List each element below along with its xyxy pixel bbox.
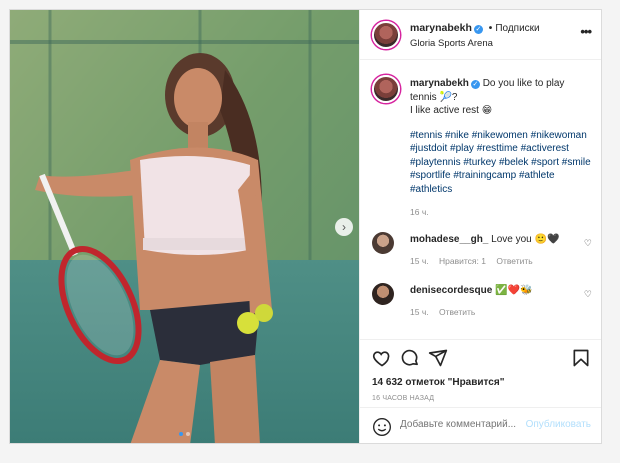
- post-photo[interactable]: ›: [10, 10, 359, 443]
- comment-timestamp[interactable]: 15 ч.: [410, 307, 429, 317]
- carousel-dot: [186, 432, 190, 436]
- comment-text: Love you 🙂🖤: [491, 234, 560, 245]
- comment-likes[interactable]: Нравится: 1: [439, 256, 486, 266]
- comments-area: marynabekh ✓ Do you like to play tennis 🎾…: [360, 61, 601, 339]
- comment-username[interactable]: mohadese__gh_: [410, 234, 488, 245]
- comment-icon[interactable]: [400, 348, 420, 368]
- instagram-post: › marynabekh ✓ • Подписки Gloria Sports Ar…: [9, 9, 602, 444]
- comment-item: mohadese__gh_ Love you 🙂🖤 15 ч. Нравится…: [372, 232, 592, 266]
- post-header: marynabekh ✓ • Подписки Gloria Sports Aren…: [360, 10, 601, 60]
- comment-avatar[interactable]: [372, 232, 394, 254]
- verified-badge-icon: ✓: [470, 80, 480, 89]
- chevron-right-icon[interactable]: ›: [335, 218, 353, 236]
- share-icon[interactable]: [428, 348, 448, 368]
- comment-input[interactable]: [400, 419, 540, 430]
- comment-composer: Опубликовать: [360, 407, 601, 443]
- comment-avatar[interactable]: [372, 283, 394, 305]
- heart-icon[interactable]: [372, 348, 392, 368]
- comment-text: ✅❤️🐝: [495, 285, 533, 296]
- caption-avatar[interactable]: [372, 75, 400, 103]
- separator-dot: •: [488, 23, 493, 34]
- caption: marynabekh ✓ Do you like to play tennis 🎾…: [372, 75, 592, 220]
- post-actions: 14 632 отметок "Нравится" 16 ЧАСОВ НАЗАД: [360, 339, 601, 407]
- avatar[interactable]: [372, 21, 400, 49]
- comment-item: denisecordesque ✅❤️🐝 15 ч. Ответить ♡: [372, 283, 592, 317]
- header-username[interactable]: marynabekh: [410, 22, 472, 34]
- carousel-dot-active: [179, 432, 183, 436]
- caption-line2: I like active rest 😁: [410, 105, 493, 116]
- comment-reply-button[interactable]: Ответить: [439, 307, 475, 317]
- comment-timestamp[interactable]: 15 ч.: [410, 256, 429, 266]
- carousel-dots: [10, 432, 359, 436]
- bookmark-icon[interactable]: [571, 348, 591, 368]
- comment-username[interactable]: denisecordesque: [410, 285, 492, 296]
- location-link[interactable]: Gloria Sports Arena: [410, 38, 493, 49]
- comment-reply-button[interactable]: Ответить: [496, 256, 532, 266]
- emoji-icon[interactable]: [372, 417, 392, 437]
- caption-username[interactable]: marynabekh: [410, 78, 469, 89]
- comment-like-heart-icon[interactable]: ♡: [584, 289, 592, 300]
- likes-count[interactable]: 14 632 отметок "Нравится": [372, 377, 504, 388]
- verified-badge-icon: ✓: [473, 25, 483, 34]
- tennis-player-photo: [10, 10, 359, 443]
- follow-status-button[interactable]: Подписки: [495, 23, 539, 34]
- comment-like-heart-icon[interactable]: ♡: [584, 238, 592, 249]
- post-sidebar: marynabekh ✓ • Подписки Gloria Sports Aren…: [359, 10, 601, 443]
- more-options-icon[interactable]: •••: [580, 24, 592, 39]
- caption-hashtags[interactable]: #tennis #nike #nikewomen #nikewoman #jus…: [410, 129, 592, 197]
- post-timestamp[interactable]: 16 ЧАСОВ НАЗАД: [372, 395, 434, 402]
- post-comment-button[interactable]: Опубликовать: [526, 419, 591, 430]
- caption-timestamp[interactable]: 16 ч.: [410, 206, 592, 220]
